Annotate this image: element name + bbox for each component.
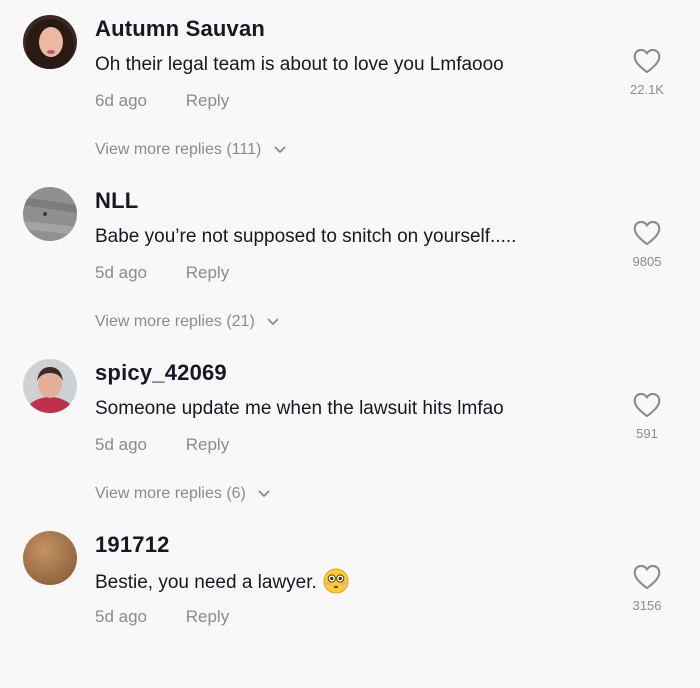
flushed-face-emoji-icon [323, 568, 349, 594]
avatar-photo-gray-icon [23, 187, 77, 241]
like-control[interactable]: 22.1K [627, 48, 667, 97]
view-more-replies-label: View more replies (6) [95, 485, 246, 502]
view-more-replies-button[interactable]: View more replies (21) [95, 313, 279, 331]
like-count: 9805 [632, 254, 662, 269]
comment-username[interactable]: 191712 [95, 532, 170, 558]
view-more-replies-button[interactable]: View more replies (111) [95, 141, 286, 159]
view-more-replies-label: View more replies (111) [95, 141, 262, 158]
comment-item: Autumn Sauvan Oh their legal team is abo… [0, 0, 700, 172]
comment-username[interactable]: Autumn Sauvan [95, 16, 265, 42]
chevron-down-icon [274, 146, 286, 153]
like-control[interactable]: 3156 [627, 564, 667, 613]
like-count: 591 [636, 426, 658, 441]
avatar-photo-brown-icon [23, 531, 77, 585]
like-count: 22.1K [630, 82, 664, 97]
heart-icon[interactable] [633, 392, 661, 418]
avatar-photo-person-icon [23, 359, 77, 413]
chevron-down-icon [258, 490, 270, 497]
comment-text: Bestie, you need a lawyer. [95, 568, 349, 596]
reply-button[interactable]: Reply [186, 435, 229, 454]
heart-icon[interactable] [633, 220, 661, 246]
chevron-down-icon [267, 318, 279, 325]
comment-text: Oh their legal team is about to love you… [95, 54, 504, 75]
comment-meta: 5d ago Reply [95, 607, 229, 627]
avatar[interactable] [23, 359, 77, 413]
reply-button[interactable]: Reply [186, 607, 229, 626]
like-count: 3156 [632, 598, 662, 613]
comment-meta: 5d ago Reply [95, 263, 229, 283]
like-control[interactable]: 9805 [627, 220, 667, 269]
comment-meta: 6d ago Reply [95, 91, 229, 111]
comment-timestamp: 6d ago [95, 91, 147, 110]
comment-meta: 5d ago Reply [95, 435, 229, 455]
avatar-photo-woman-icon [23, 15, 77, 69]
heart-icon[interactable] [633, 48, 661, 74]
comment-text-body: Bestie, you need a lawyer. [95, 572, 317, 594]
view-more-replies-label: View more replies (21) [95, 313, 255, 330]
avatar[interactable] [23, 531, 77, 585]
avatar[interactable] [23, 187, 77, 241]
comment-username[interactable]: NLL [95, 188, 138, 214]
comment-timestamp: 5d ago [95, 263, 147, 282]
comment-item: spicy_42069 Someone update me when the l… [0, 344, 700, 516]
avatar[interactable] [23, 15, 77, 69]
comment-item: 191712 Bestie, you need a lawyer. 5d ago… [0, 516, 700, 688]
comment-username[interactable]: spicy_42069 [95, 360, 227, 386]
view-more-replies-button[interactable]: View more replies (6) [95, 485, 270, 503]
heart-icon[interactable] [633, 564, 661, 590]
comment-timestamp: 5d ago [95, 435, 147, 454]
reply-button[interactable]: Reply [186, 91, 229, 110]
comment-timestamp: 5d ago [95, 607, 147, 626]
comment-text: Someone update me when the lawsuit hits … [95, 398, 504, 419]
comment-list: Autumn Sauvan Oh their legal team is abo… [0, 0, 700, 649]
comment-item: NLL Babe you’re not supposed to snitch o… [0, 172, 700, 344]
comment-text: Babe you’re not supposed to snitch on yo… [95, 226, 517, 247]
reply-button[interactable]: Reply [186, 263, 229, 282]
like-control[interactable]: 591 [627, 392, 667, 441]
